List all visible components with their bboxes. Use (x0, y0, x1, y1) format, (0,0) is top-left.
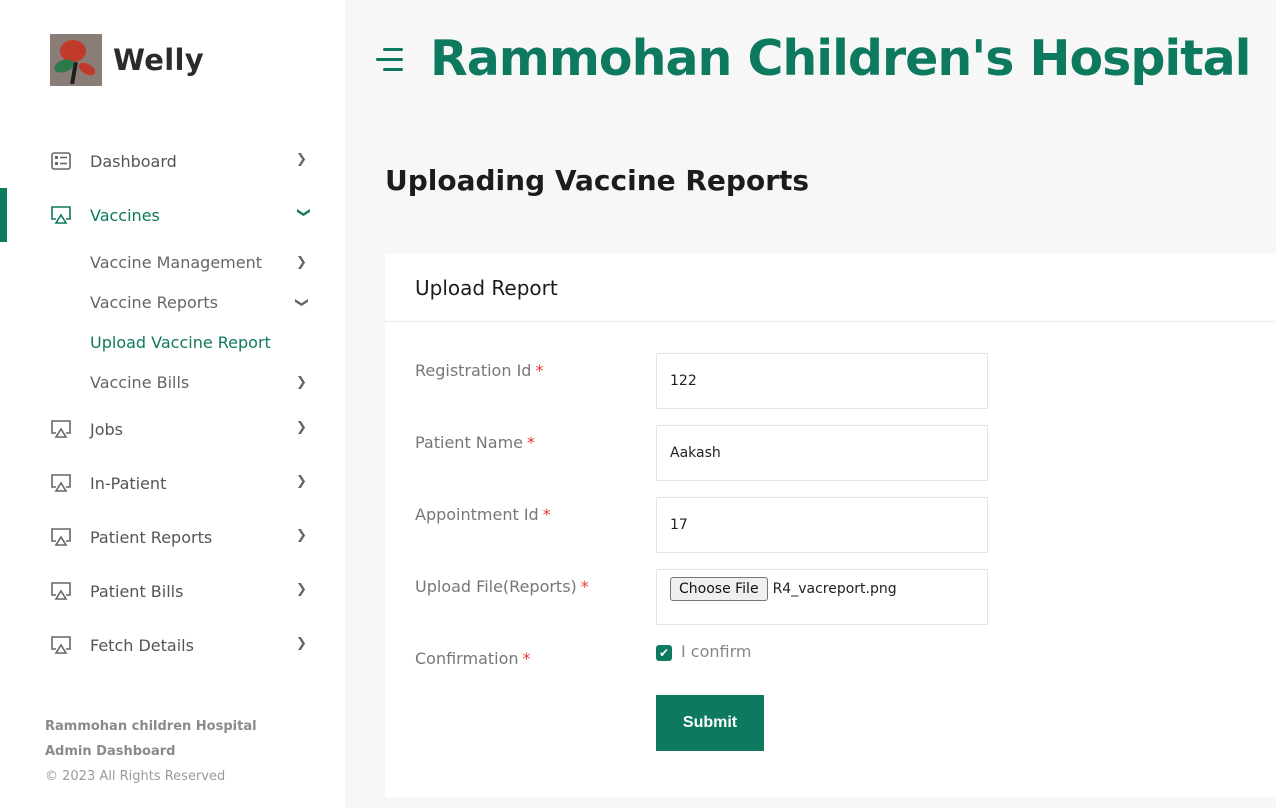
appointment-id-input[interactable]: 17 (656, 497, 988, 553)
selected-file-name: R4_vacreport.png (772, 581, 897, 597)
subitem-label: Vaccine Reports (90, 292, 218, 312)
sidebar-item-fetch-details[interactable]: Fetch Details ❯ (0, 618, 345, 672)
active-indicator (0, 188, 7, 242)
chevron-right-icon: ❯ (296, 582, 307, 597)
sidebar-item-label: Patient Bills (90, 581, 184, 601)
subitem-label: Vaccine Management (90, 252, 263, 272)
vaccines-submenu: Vaccine Management ❯ Vaccine Reports ❯ U… (0, 242, 345, 402)
sidebar-item-vaccines[interactable]: Vaccines ❯ (0, 188, 345, 242)
monitor-icon (50, 204, 72, 226)
sidebar-item-jobs[interactable]: Jobs ❯ (0, 402, 345, 456)
monitor-icon (50, 634, 72, 656)
chevron-right-icon: ❯ (296, 255, 307, 270)
confirm-checkbox-label: I confirm (681, 642, 752, 661)
appointment-id-label: Appointment Id * (415, 505, 551, 524)
sidebar-item-label: Jobs (90, 419, 123, 439)
page-title: Uploading Vaccine Reports (385, 164, 810, 197)
sidebar-item-label: Dashboard (90, 151, 177, 171)
sidebar-item-label: Patient Reports (90, 527, 213, 547)
dashboard-icon (50, 150, 72, 172)
monitor-icon (50, 472, 72, 494)
sidebar-item-label: In-Patient (90, 473, 167, 493)
sidebar-item-in-patient[interactable]: In-Patient ❯ (0, 456, 345, 510)
submit-button[interactable]: Submit (656, 695, 764, 751)
chevron-right-icon: ❯ (296, 152, 307, 167)
registration-label: Registration Id * (415, 361, 544, 380)
upload-file-label: Upload File(Reports) * (415, 577, 589, 596)
monitor-icon (50, 580, 72, 602)
footer-copyright: © 2023 All Rights Reserved (45, 769, 226, 784)
chevron-right-icon: ❯ (296, 474, 307, 489)
site-title: Rammohan Children's Hospital (430, 30, 1251, 87)
chevron-down-icon: ❯ (293, 297, 309, 308)
sidebar-item-patient-bills[interactable]: Patient Bills ❯ (0, 564, 345, 618)
footer-dashboard-name: Admin Dashboard (45, 744, 176, 759)
card-header: Upload Report (385, 254, 1276, 322)
chevron-down-icon: ❯ (296, 207, 311, 218)
sidebar: Welly Dashboard ❯ Vaccines ❯ Vaccine Man… (0, 0, 345, 808)
confirmation-label: Confirmation * (415, 649, 531, 668)
sidebar-subitem-vaccine-bills[interactable]: Vaccine Bills ❯ (90, 362, 345, 402)
upload-file-input: Choose File R4_vacreport.png (656, 569, 988, 625)
footer-hospital-name: Rammohan children Hospital (45, 719, 257, 734)
sidebar-nav: Dashboard ❯ Vaccines ❯ Vaccine Managemen… (0, 134, 345, 672)
brand-name: Welly (113, 43, 204, 77)
chevron-right-icon: ❯ (296, 636, 307, 651)
patient-name-label: Patient Name * (415, 433, 535, 452)
sidebar-item-label: Fetch Details (90, 635, 194, 655)
subitem-label: Vaccine Bills (90, 372, 190, 392)
sidebar-subitem-vaccine-management[interactable]: Vaccine Management ❯ (90, 242, 345, 282)
chevron-right-icon: ❯ (296, 420, 307, 435)
hospital-logo (50, 34, 102, 86)
brand[interactable]: Welly (50, 34, 204, 86)
upload-report-card: Upload Report Registration Id * 122 Patie… (385, 254, 1276, 797)
sidebar-subitem-upload-vaccine-report[interactable]: Upload Vaccine Report (90, 322, 345, 362)
sidebar-item-dashboard[interactable]: Dashboard ❯ (0, 134, 345, 188)
chevron-right-icon: ❯ (296, 528, 307, 543)
sidebar-subitem-vaccine-reports[interactable]: Vaccine Reports ❯ (90, 282, 345, 322)
menu-toggle-icon[interactable] (376, 48, 403, 72)
patient-name-input[interactable]: Aakash (656, 425, 988, 481)
chevron-right-icon: ❯ (296, 375, 307, 390)
card-title: Upload Report (415, 275, 558, 300)
subitem-label: Upload Vaccine Report (90, 332, 271, 352)
monitor-icon (50, 526, 72, 548)
sidebar-item-patient-reports[interactable]: Patient Reports ❯ (0, 510, 345, 564)
sidebar-footer: Rammohan children Hospital Admin Dashboa… (45, 714, 257, 789)
monitor-icon (50, 418, 72, 440)
choose-file-button[interactable]: Choose File (670, 577, 768, 601)
sidebar-item-label: Vaccines (90, 205, 160, 225)
registration-id-input[interactable]: 122 (656, 353, 988, 409)
confirm-checkbox[interactable]: ✔ (656, 645, 672, 661)
